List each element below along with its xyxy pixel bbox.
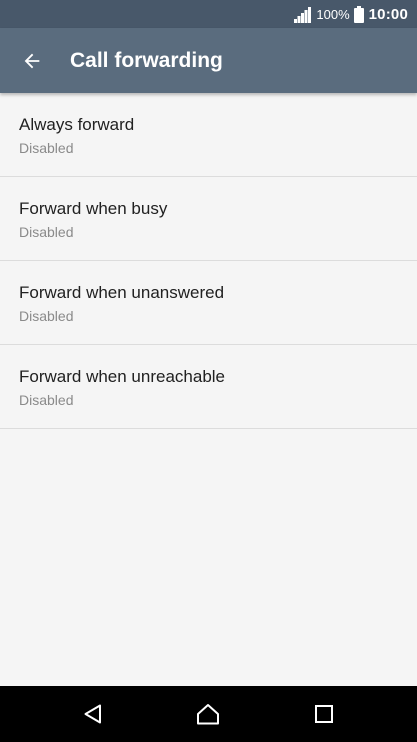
app-bar: Call forwarding xyxy=(0,28,417,93)
battery-icon xyxy=(353,5,364,23)
back-button[interactable] xyxy=(13,42,51,80)
list-item-forward-when-unanswered[interactable]: Forward when unanswered Disabled xyxy=(0,261,417,345)
list-item-forward-when-busy[interactable]: Forward when busy Disabled xyxy=(0,177,417,261)
page-title: Call forwarding xyxy=(70,49,223,72)
arrow-left-icon xyxy=(24,53,40,69)
status-indicators: 100% 10:00 xyxy=(294,0,408,28)
item-title: Forward when unreachable xyxy=(19,367,226,386)
navigation-bar xyxy=(0,686,417,742)
call-forwarding-list: Always forward Disabled Forward when bus… xyxy=(0,93,417,429)
item-status: Disabled xyxy=(19,392,74,408)
signal-icon xyxy=(294,6,312,23)
clock: 10:00 xyxy=(368,5,408,23)
item-status: Disabled xyxy=(19,140,74,156)
item-status: Disabled xyxy=(19,224,74,240)
nav-back-button[interactable] xyxy=(79,700,107,728)
item-title: Forward when unanswered xyxy=(19,283,225,302)
list-item-always-forward[interactable]: Always forward Disabled xyxy=(0,93,417,177)
battery-percent: 100% xyxy=(316,6,350,22)
item-title: Always forward xyxy=(19,115,135,134)
nav-recents-button[interactable] xyxy=(310,700,338,728)
item-title: Forward when busy xyxy=(19,199,168,218)
screen: 100% 10:00 Call forwarding Always forwar… xyxy=(0,0,417,742)
item-status: Disabled xyxy=(19,308,74,324)
status-bar: 100% 10:00 xyxy=(0,0,417,28)
list-item-forward-when-unreachable[interactable]: Forward when unreachable Disabled xyxy=(0,345,417,429)
triangle-back-icon xyxy=(84,704,101,724)
nav-home-button[interactable] xyxy=(194,700,222,728)
home-icon xyxy=(197,704,219,725)
square-recents-icon xyxy=(315,705,333,723)
